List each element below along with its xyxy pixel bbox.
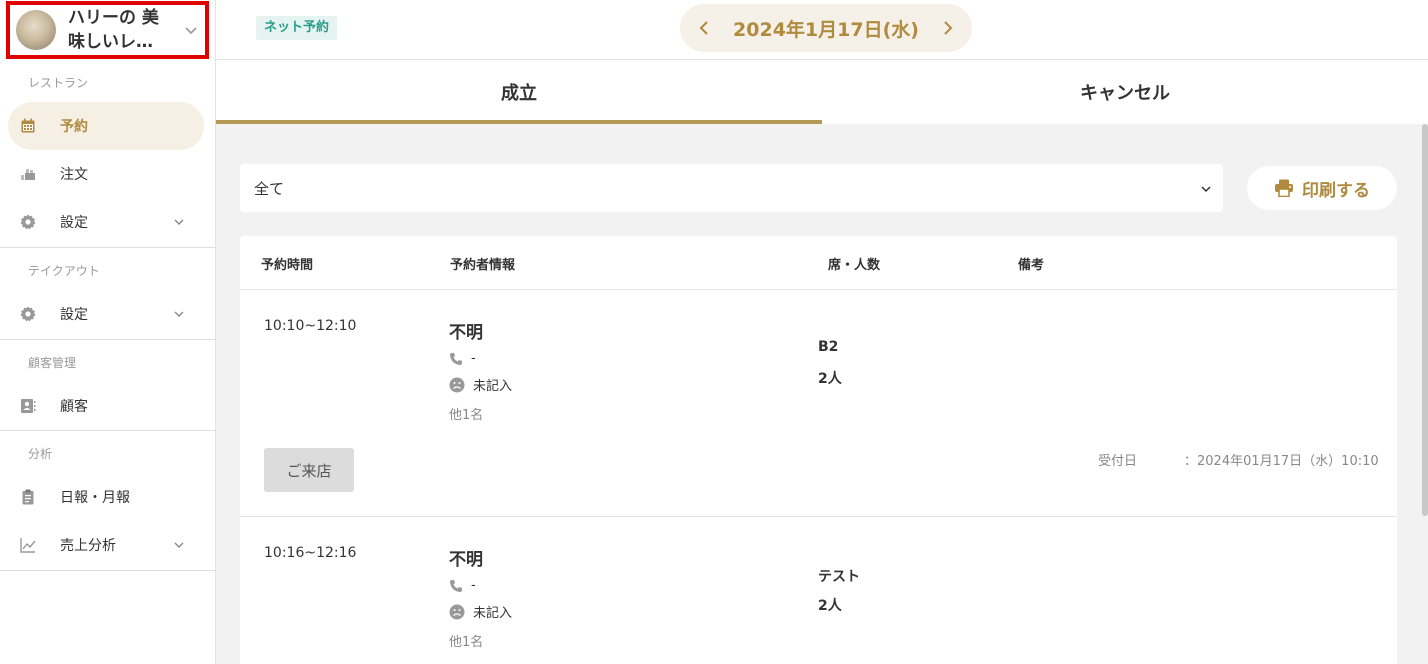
party-size: 2人 <box>818 371 842 387</box>
sad-face-icon <box>449 377 465 392</box>
table-divider <box>240 289 1397 290</box>
status-tabs: 成立 キャンセル <box>216 60 1428 124</box>
sidebar-item-restaurant-settings[interactable]: 設定 <box>8 198 204 246</box>
sidebar-item-label: 顧客 <box>60 399 88 415</box>
arrived-button[interactable]: ご来店 <box>264 448 354 492</box>
clipboard-icon <box>22 489 34 505</box>
store-name-line1: ハリーの 美 <box>68 8 159 28</box>
chevron-right-icon[interactable] <box>940 20 956 36</box>
phone-icon <box>450 352 462 365</box>
chevron-left-icon[interactable] <box>696 20 712 36</box>
gear-icon <box>20 306 36 322</box>
store-switcher[interactable]: ハリーの 美 味しいレ… <box>6 1 209 59</box>
store-name-line2: 味しいレ… <box>68 32 153 52</box>
companion-count: 他1名 <box>449 408 484 423</box>
sidebar-item-reports[interactable]: 日報・月報 <box>8 473 204 521</box>
guest-mood: 未記入 <box>449 602 512 621</box>
contact-card-icon <box>21 399 36 413</box>
guest-name: 不明 <box>449 323 483 343</box>
chevron-down-icon <box>174 542 184 548</box>
sidebar-item-label: 注文 <box>60 167 88 183</box>
net-reservation-badge: ネット予約 <box>256 16 338 40</box>
sad-face-icon <box>449 604 465 619</box>
sidebar-divider <box>0 339 216 340</box>
chevron-down-icon <box>1201 186 1211 193</box>
printer-icon <box>1275 179 1293 197</box>
print-label: 印刷する <box>1302 180 1370 201</box>
sidebar-item-label: 売上分析 <box>60 538 116 554</box>
column-header-time: 予約時間 <box>261 258 314 273</box>
column-header-seat: 席・人数 <box>828 258 881 273</box>
sidebar-item-label: 予約 <box>60 119 88 135</box>
gear-icon <box>20 214 36 230</box>
order-icon <box>21 169 35 180</box>
chevron-down-icon <box>174 311 184 317</box>
sidebar-divider <box>0 247 216 248</box>
seat: テスト <box>818 569 860 585</box>
sidebar-item-sales-analysis[interactable]: 売上分析 <box>8 521 204 569</box>
tab-cancelled[interactable]: キャンセル <box>822 60 1428 124</box>
reservation-time: 10:10~12:10 <box>264 318 357 334</box>
sidebar-item-label: 設定 <box>60 215 88 231</box>
print-button[interactable]: 印刷する <box>1247 166 1397 210</box>
column-header-notes: 備考 <box>1018 258 1045 273</box>
tab-confirmed[interactable]: 成立 <box>216 60 822 124</box>
store-name: ハリーの 美 味しいレ… <box>68 6 172 54</box>
seat: B2 <box>818 339 839 355</box>
section-label-takeout: テイクアウト <box>28 264 100 278</box>
filter-select[interactable]: 全て <box>240 164 1223 212</box>
sidebar-divider <box>0 430 216 431</box>
current-date[interactable]: 2024年1月17日(水) <box>733 15 919 42</box>
row-divider <box>240 516 1397 517</box>
guest-phone-value: - <box>471 578 476 593</box>
column-header-guest: 予約者情報 <box>450 258 516 273</box>
guest-mood-value: 未記入 <box>473 379 513 394</box>
phone-icon <box>450 579 462 592</box>
companion-count: 他1名 <box>449 635 484 650</box>
sidebar-item-customers[interactable]: 顧客 <box>8 382 204 430</box>
section-label-restaurant: レストラン <box>28 76 89 90</box>
top-bar: ネット予約 2024年1月17日(水) <box>216 0 1428 60</box>
sidebar-item-label: 日報・月報 <box>60 490 130 506</box>
date-navigator: 2024年1月17日(水) <box>680 4 972 52</box>
filter-value: 全て <box>254 179 285 198</box>
section-label-analytics: 分析 <box>28 447 53 461</box>
store-avatar <box>16 10 56 50</box>
reservation-time: 10:16~12:16 <box>264 545 357 561</box>
party-size: 2人 <box>818 598 842 614</box>
guest-mood-value: 未記入 <box>473 606 513 621</box>
received-date-label: 受付日 <box>1098 454 1138 469</box>
sidebar-item-order[interactable]: 注文 <box>8 150 204 198</box>
chevron-down-icon <box>174 219 184 225</box>
reservation-table: 予約時間 予約者情報 席・人数 備考 10:10~12:10 不明 - 未記入 … <box>240 236 1397 664</box>
guest-name: 不明 <box>449 550 483 570</box>
sidebar-divider <box>0 570 216 571</box>
sidebar-item-label: 設定 <box>60 307 88 323</box>
chevron-down-icon <box>185 27 197 35</box>
section-label-customer-management: 顧客管理 <box>28 356 77 370</box>
sidebar-item-takeout-settings[interactable]: 設定 <box>8 290 204 338</box>
sidebar-item-reservation[interactable]: 予約 <box>8 102 204 150</box>
guest-phone-value: - <box>471 351 476 366</box>
guest-phone: - <box>449 578 476 593</box>
scrollbar[interactable] <box>1422 124 1428 516</box>
guest-mood: 未記入 <box>449 375 512 394</box>
calendar-icon <box>21 118 35 133</box>
received-date-value: ：2024年01月17日（水）10:10 <box>1184 454 1379 469</box>
chart-line-icon <box>20 538 36 553</box>
guest-phone: - <box>449 351 476 366</box>
sidebar: ハリーの 美 味しいレ… レストラン 予約 注文 設定 テイクアウト 設定 顧客… <box>0 0 216 664</box>
